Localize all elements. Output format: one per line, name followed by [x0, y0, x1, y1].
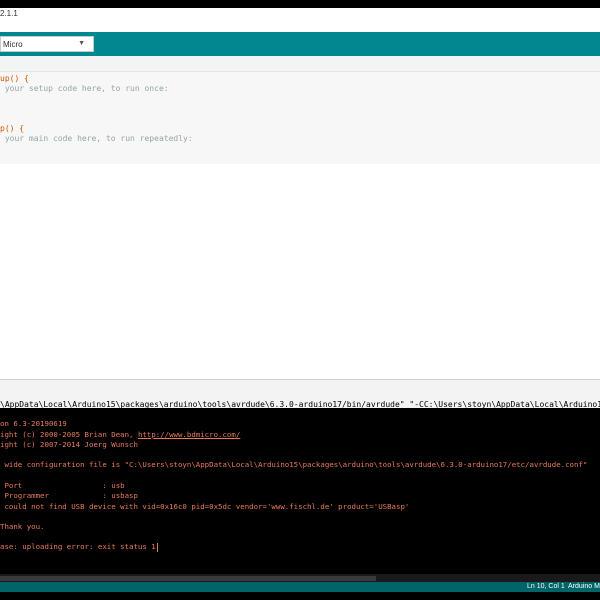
console-line: Thank you.: [0, 522, 45, 531]
title-bar: 2.1.1: [0, 8, 600, 32]
console-line: wide configuration file is "C:\Users\sto…: [0, 460, 588, 469]
code-line: p() {: [0, 124, 25, 133]
editor-empty-area[interactable]: [0, 164, 600, 380]
code-editor[interactable]: up() { your setup code here, to run once…: [0, 72, 600, 164]
console-line: on 6.3-20190619: [0, 419, 67, 428]
console-line: could not find USB device with vid=0x16c…: [0, 502, 410, 511]
status-bar: Ln 10, Col 1 Arduino M: [0, 582, 600, 592]
console-link[interactable]: http://www.bdmicro.com/: [138, 430, 240, 439]
console-line: Programmer : usbasp: [0, 491, 138, 500]
console-line: Port : usb: [0, 481, 125, 490]
console-line: ight (c) 2000-2005 Brian Dean, http://ww…: [0, 430, 241, 439]
sketch-tab-strip: [0, 56, 600, 72]
code-line: up() {: [0, 74, 29, 83]
output-console[interactable]: on 6.3-20190619 ight (c) 2000-2005 Brian…: [0, 408, 600, 582]
board-selector[interactable]: Micro ▼: [0, 36, 94, 52]
app-version: 2.1.1: [0, 9, 18, 18]
console-line: ase: uploading error: exit status 1: [0, 542, 158, 552]
console-line: ight (c) 2007-2014 Joerg Wunsch: [0, 440, 138, 449]
top-edge: [0, 0, 600, 8]
chevron-down-icon: ▼: [78, 40, 85, 47]
status-board: Arduino M: [568, 583, 600, 590]
bottom-edge: [0, 592, 600, 600]
text-cursor: [156, 542, 158, 552]
horizontal-scrollbar-thumb[interactable]: [0, 576, 376, 581]
board-selector-label: Micro: [3, 40, 23, 49]
cursor-position: Ln 10, Col 1: [527, 583, 565, 590]
code-line: your setup code here, to run once:: [0, 84, 169, 93]
code-line: your main code here, to run repeatedly:: [0, 134, 193, 143]
